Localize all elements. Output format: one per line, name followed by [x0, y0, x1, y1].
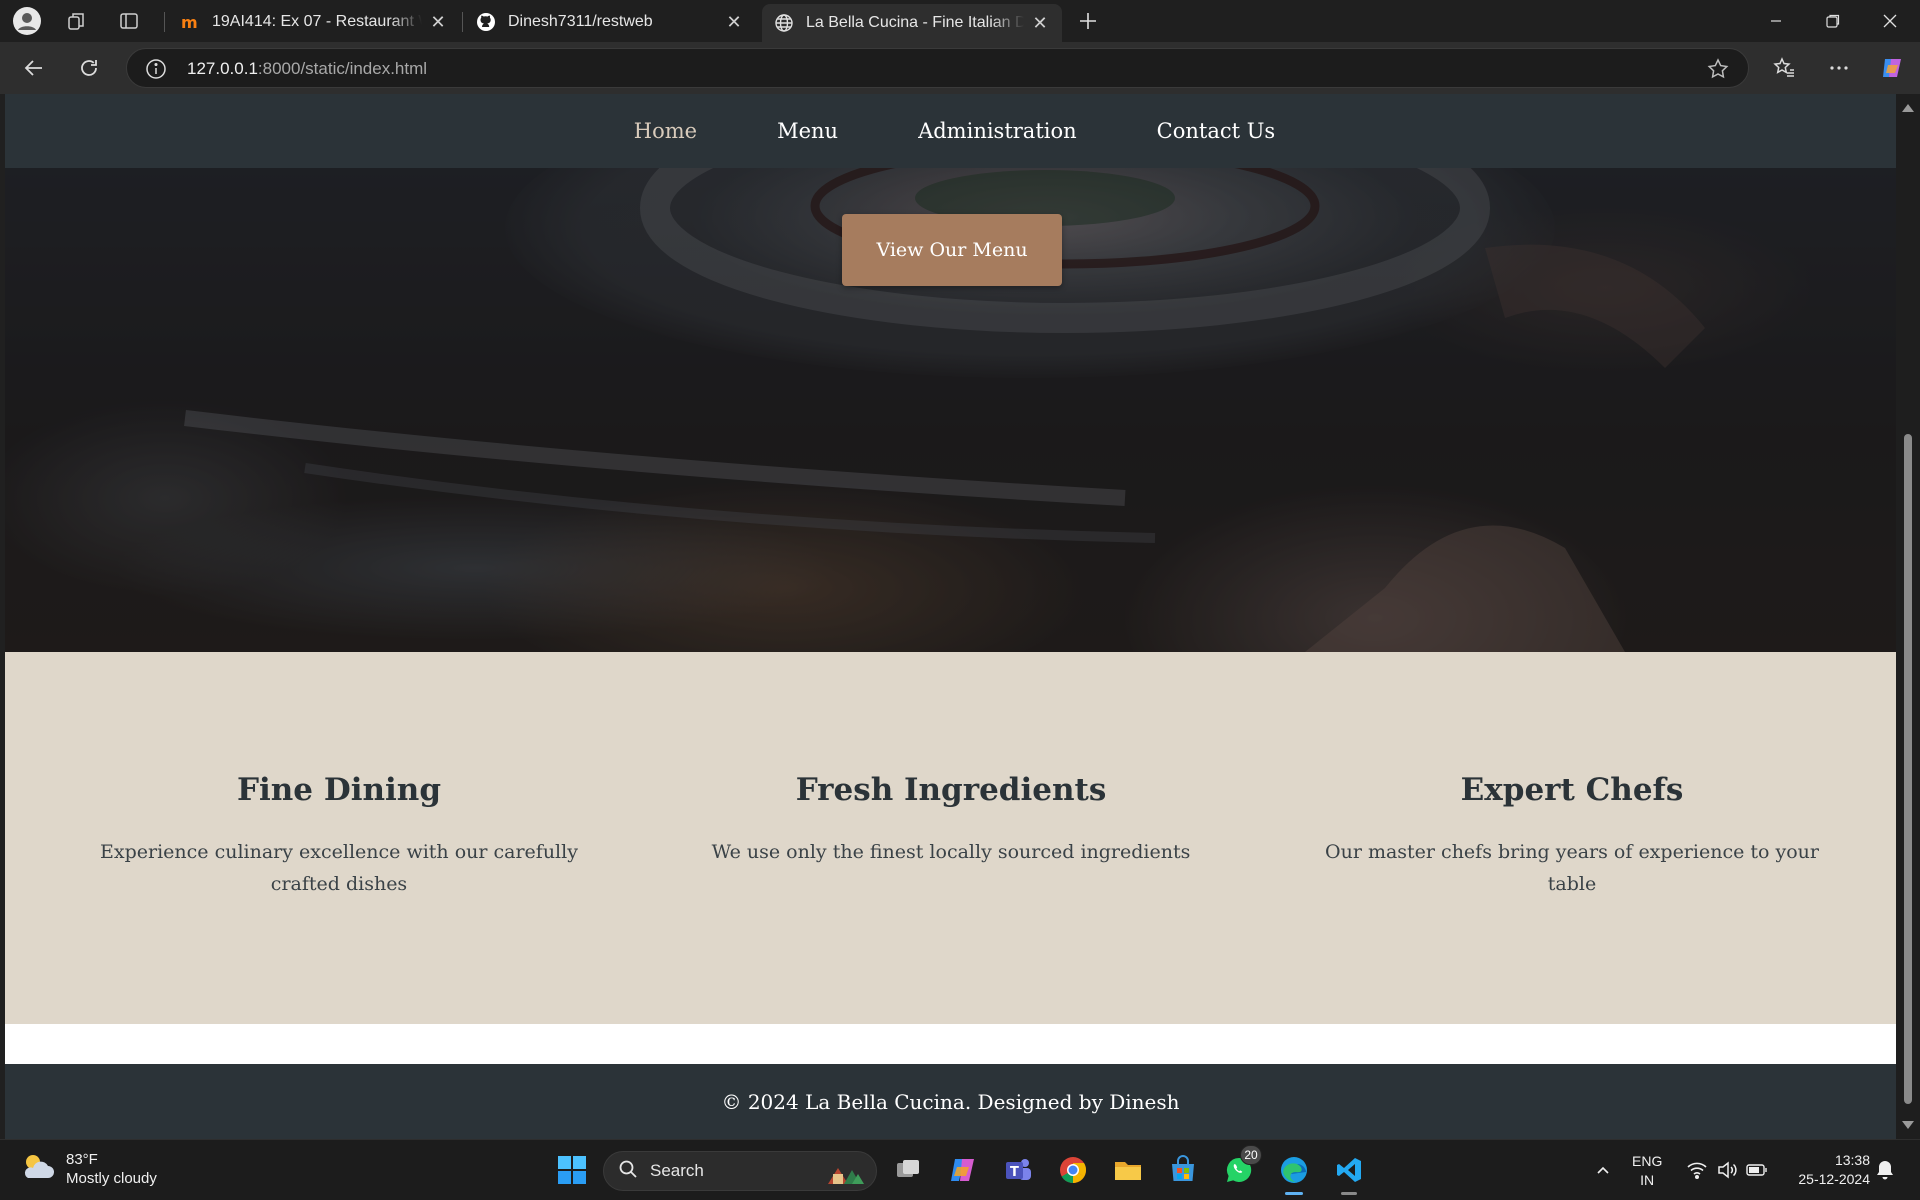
tab-separator	[462, 12, 463, 32]
tab-github-restweb[interactable]: Dinesh7311/restweb ✕	[464, 2, 756, 42]
tab-title: Dinesh7311/restweb	[508, 13, 653, 30]
close-tab-icon[interactable]: ✕	[1030, 13, 1050, 33]
teams-icon[interactable]: T	[997, 1149, 1039, 1191]
favorite-star-icon[interactable]	[1706, 57, 1730, 81]
tab-separator	[164, 12, 165, 32]
weather-widget[interactable]: 83°F Mostly cloudy	[20, 1150, 157, 1188]
page-scrollbar[interactable]	[1896, 94, 1920, 1139]
input-language-indicator[interactable]: ENG IN	[1632, 1152, 1662, 1190]
wifi-icon[interactable]	[1686, 1159, 1708, 1181]
nav-administration-link[interactable]: Administration	[918, 119, 1077, 143]
site-navbar: Home Menu Administration Contact Us	[5, 94, 1896, 168]
reload-icon[interactable]	[73, 52, 105, 84]
page-spacer	[5, 1024, 1896, 1064]
feature-title: Expert Chefs	[1460, 772, 1684, 808]
new-tab-icon[interactable]	[1073, 6, 1103, 36]
browser-tab-strip: m 19AI414: Ex 07 - Restaurant Website ✕ …	[0, 0, 1920, 42]
url-path: :8000/static/index.html	[257, 59, 428, 78]
edge-icon[interactable]	[1273, 1149, 1315, 1195]
volume-icon[interactable]	[1716, 1159, 1738, 1181]
feature-description: We use only the finest locally sourced i…	[711, 841, 1191, 863]
windows-start-icon[interactable]	[551, 1149, 593, 1191]
whatsapp-notification-badge: 20	[1240, 1145, 1262, 1165]
feature-description: Experience culinary excellence with our …	[100, 841, 578, 895]
workspaces-icon[interactable]	[62, 6, 92, 36]
feature-description: Our master chefs bring years of experien…	[1325, 841, 1819, 895]
github-favicon-icon	[476, 12, 496, 32]
search-icon	[618, 1159, 638, 1184]
active-app-indicator	[1285, 1192, 1303, 1195]
feature-title: Fine Dining	[236, 772, 442, 808]
feature-card-fresh-ingredients: Fresh Ingredients We use only the finest…	[711, 772, 1191, 868]
site-info-icon[interactable]	[145, 58, 167, 80]
feature-title: Fresh Ingredients	[795, 772, 1107, 808]
taskbar-search-box[interactable]: Search	[603, 1151, 877, 1191]
favorites-icon[interactable]	[1768, 52, 1800, 84]
feature-card-fine-dining: Fine Dining Experience culinary excellen…	[99, 772, 579, 900]
weather-temperature: 83°F	[66, 1151, 98, 1168]
site-footer: © 2024 La Bella Cucina. Designed by Dine…	[5, 1064, 1896, 1139]
clock-date: 25-12-2024	[1798, 1171, 1870, 1187]
copilot-app-icon[interactable]	[942, 1149, 984, 1191]
url-host: 127.0.0.1	[187, 59, 258, 78]
chrome-icon[interactable]	[1052, 1149, 1094, 1191]
task-view-icon[interactable]	[887, 1149, 929, 1191]
page-viewport: Home Menu Administration Contact Us View…	[5, 94, 1896, 1139]
close-tab-icon[interactable]: ✕	[428, 12, 448, 32]
scroll-down-arrow-icon[interactable]	[1902, 1121, 1914, 1129]
close-tab-icon[interactable]: ✕	[724, 12, 744, 32]
weather-description: Mostly cloudy	[66, 1170, 157, 1187]
back-arrow-icon[interactable]	[18, 52, 50, 84]
feature-card-expert-chefs: Expert Chefs Our master chefs bring year…	[1302, 772, 1842, 900]
footer-copyright: © 2024 La Bella Cucina. Designed by Dine…	[721, 1089, 1180, 1114]
notification-bell-icon[interactable]	[1874, 1159, 1896, 1181]
browser-toolbar: 127.0.0.1:8000/static/index.html	[0, 42, 1920, 94]
search-highlight-icon	[824, 1156, 868, 1186]
search-label: Search	[650, 1161, 704, 1180]
hero-section: View Our Menu	[5, 168, 1896, 652]
file-explorer-icon[interactable]	[1107, 1149, 1149, 1191]
close-window-icon[interactable]	[1862, 0, 1918, 42]
globe-favicon-icon	[774, 13, 794, 33]
features-section: Fine Dining Experience culinary excellen…	[5, 652, 1896, 1024]
region-code: IN	[1640, 1172, 1655, 1188]
nav-contact-us-link[interactable]: Contact Us	[1157, 119, 1276, 143]
tab-title: La Bella Cucina - Fine Italian Dining	[806, 14, 1024, 31]
scrollbar-thumb[interactable]	[1904, 434, 1912, 1104]
moodle-favicon-icon: m	[180, 12, 200, 32]
whatsapp-icon[interactable]: 20	[1218, 1145, 1262, 1191]
minimize-window-icon[interactable]	[1748, 0, 1804, 42]
vscode-icon[interactable]	[1328, 1149, 1370, 1195]
nav-menu-link[interactable]: Menu	[777, 119, 838, 143]
tab-actions-icon[interactable]	[114, 6, 144, 36]
more-menu-icon[interactable]	[1823, 52, 1855, 84]
url-text[interactable]: 127.0.0.1:8000/static/index.html	[187, 59, 427, 79]
view-menu-button[interactable]: View Our Menu	[842, 214, 1062, 286]
system-clock[interactable]: 13:38 25-12-2024	[1786, 1151, 1870, 1189]
tab-title: 19AI414: Ex 07 - Restaurant Website	[212, 13, 422, 30]
microsoft-store-icon[interactable]	[1162, 1149, 1204, 1191]
clock-time: 13:38	[1834, 1152, 1870, 1168]
show-hidden-icons-chevron-up-icon[interactable]	[1592, 1159, 1614, 1181]
svg-text:m: m	[181, 13, 198, 32]
tab-la-bella-cucina[interactable]: La Bella Cucina - Fine Italian Dining ✕	[762, 4, 1062, 42]
nav-home-link[interactable]: Home	[634, 119, 697, 143]
profile-avatar-icon[interactable]	[12, 6, 42, 36]
address-bar[interactable]: 127.0.0.1:8000/static/index.html	[126, 48, 1749, 88]
cloudy-weather-icon	[20, 1151, 56, 1188]
language-code: ENG	[1632, 1153, 1663, 1169]
svg-text:T: T	[1010, 1165, 1019, 1180]
windows-taskbar: 83°F Mostly cloudy Search T 20 ENG IN 13…	[0, 1139, 1920, 1200]
battery-icon[interactable]	[1746, 1159, 1768, 1181]
tab-restaurant-website[interactable]: m 19AI414: Ex 07 - Restaurant Website ✕	[168, 2, 460, 42]
scroll-up-arrow-icon[interactable]	[1902, 104, 1914, 112]
restore-window-icon[interactable]	[1805, 0, 1861, 42]
copilot-icon[interactable]	[1876, 52, 1908, 84]
running-app-indicator	[1341, 1192, 1357, 1195]
